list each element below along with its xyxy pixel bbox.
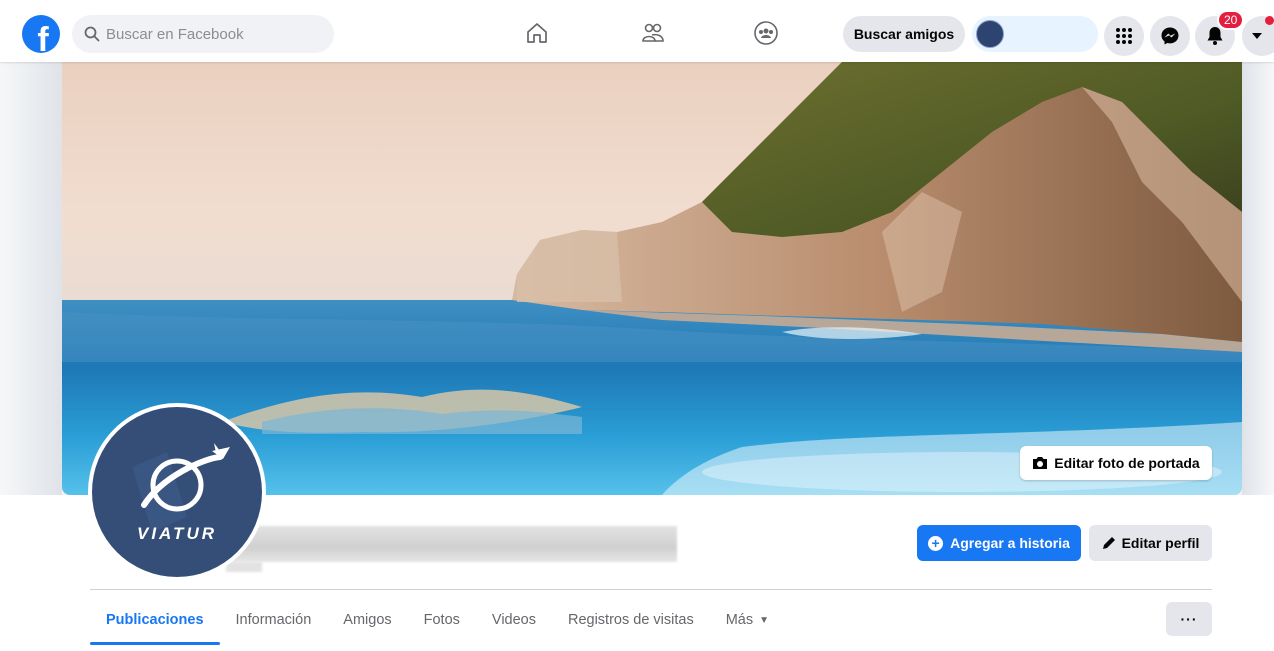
tab-label: Videos bbox=[491, 612, 536, 628]
tab-publicaciones[interactable]: Publicaciones bbox=[90, 597, 220, 645]
page-background-right bbox=[1242, 62, 1274, 495]
profile-picture[interactable]: VIATUR bbox=[88, 403, 266, 581]
tab-label: Publicaciones bbox=[106, 612, 204, 628]
avatar bbox=[976, 20, 1004, 48]
pencil-icon bbox=[1102, 537, 1115, 549]
menu-grid-icon[interactable] bbox=[1104, 16, 1144, 56]
edit-cover-label: Editar foto de portada bbox=[1054, 455, 1200, 471]
top-navigation-bar: f Buscar amigos 20 bbox=[0, 0, 1274, 62]
edit-profile-label: Editar perfil bbox=[1121, 535, 1200, 551]
add-to-story-button[interactable]: + Agregar a historia bbox=[917, 525, 1081, 561]
header-divider bbox=[90, 589, 1212, 590]
tab-amigos[interactable]: Amigos bbox=[327, 597, 407, 643]
tab-label: Más bbox=[725, 612, 754, 628]
plus-icon: + bbox=[928, 535, 944, 551]
search-icon bbox=[84, 26, 100, 42]
alert-dot bbox=[1265, 16, 1274, 25]
profile-tabs: Publicaciones Información Amigos Fotos V… bbox=[90, 597, 785, 649]
profile-shortcut[interactable] bbox=[972, 16, 1098, 52]
avatar-brand-text: VIATUR bbox=[136, 524, 217, 543]
friends-icon[interactable] bbox=[638, 20, 668, 46]
tab-label: Fotos bbox=[423, 612, 460, 628]
avatar: VIATUR bbox=[92, 407, 262, 577]
facebook-logo[interactable]: f bbox=[22, 15, 60, 53]
tab-fotos[interactable]: Fotos bbox=[408, 597, 476, 643]
search-box[interactable] bbox=[72, 15, 334, 53]
chevron-down-icon: ▼ bbox=[759, 614, 770, 626]
tab-videos[interactable]: Videos bbox=[476, 597, 552, 643]
more-options-button[interactable]: ··· bbox=[1166, 602, 1212, 636]
tab-mas[interactable]: Más ▼ bbox=[710, 597, 785, 643]
edit-cover-photo-button[interactable]: Editar foto de portada bbox=[1020, 446, 1212, 480]
tab-label: Amigos bbox=[343, 612, 392, 628]
find-friends-button[interactable]: Buscar amigos bbox=[843, 16, 965, 52]
profile-name-redacted bbox=[226, 526, 677, 562]
add-to-story-label: Agregar a historia bbox=[950, 535, 1070, 551]
messenger-icon[interactable] bbox=[1150, 16, 1190, 56]
notification-count-badge: 20 bbox=[1217, 10, 1245, 30]
tab-label: Registros de visitas bbox=[567, 612, 694, 628]
page-background-left bbox=[0, 62, 62, 495]
search-input[interactable] bbox=[106, 25, 326, 43]
groups-icon[interactable] bbox=[751, 20, 781, 46]
tab-informacion[interactable]: Información bbox=[220, 597, 328, 643]
tab-registros-de-visitas[interactable]: Registros de visitas bbox=[552, 597, 710, 643]
edit-profile-button[interactable]: Editar perfil bbox=[1089, 525, 1212, 561]
viatur-logo-icon bbox=[132, 443, 230, 532]
home-icon[interactable] bbox=[522, 20, 552, 46]
camera-icon bbox=[1033, 457, 1048, 469]
tab-label: Información bbox=[235, 612, 312, 628]
